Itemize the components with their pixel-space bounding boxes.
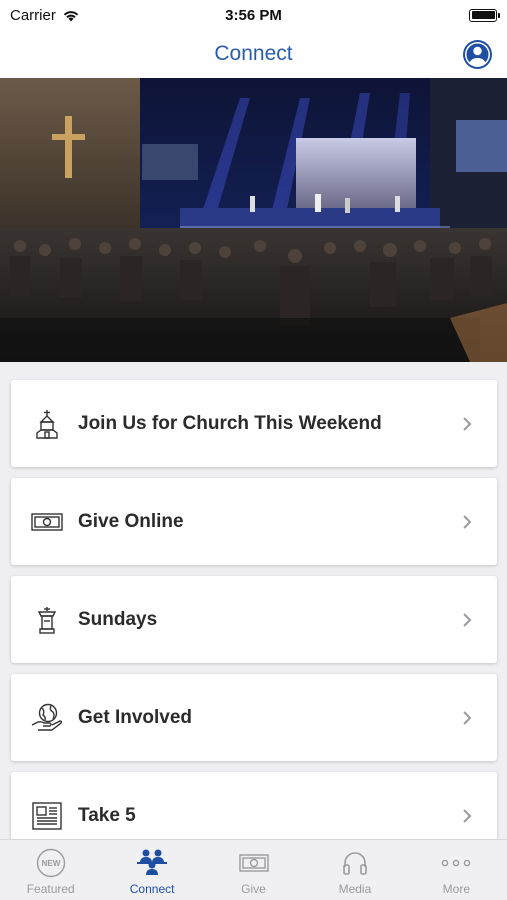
tab-featured[interactable]: NEW Featured <box>0 840 101 900</box>
tab-label: Give <box>241 882 266 896</box>
list-item-label: Give Online <box>78 510 184 532</box>
nav-bar: Connect <box>0 30 507 78</box>
wifi-icon <box>63 10 79 21</box>
tab-give[interactable]: Give <box>203 840 304 900</box>
carrier-label: Carrier <box>10 6 56 24</box>
chevron-right-icon <box>463 416 472 431</box>
status-left: Carrier <box>10 7 80 24</box>
tab-more[interactable]: More <box>406 840 507 900</box>
chevron-right-icon <box>463 612 472 627</box>
chevron-right-icon <box>463 514 472 529</box>
list-item-label: Join Us for Church This Weekend <box>78 412 382 434</box>
money-icon <box>237 848 271 878</box>
list-item-label: Take 5 <box>78 804 136 826</box>
new-badge-icon: NEW <box>34 848 68 878</box>
battery-icon <box>469 8 500 22</box>
tab-connect[interactable]: Connect <box>101 840 202 900</box>
tab-media[interactable]: Media <box>304 840 405 900</box>
tab-label: More <box>442 882 470 896</box>
tab-bar: NEW Featured Connect Give Media More <box>0 839 507 900</box>
svg-text:NEW: NEW <box>41 859 60 868</box>
list-item-label: Get Involved <box>78 706 193 728</box>
list-item-label: Sundays <box>78 608 158 630</box>
church-worship-photo <box>0 78 507 362</box>
chevron-right-icon <box>463 808 472 823</box>
profile-button[interactable] <box>463 40 492 69</box>
list-item-get-involved[interactable]: Get Involved <box>11 674 497 761</box>
money-icon <box>30 507 64 537</box>
church-icon <box>30 409 64 439</box>
list-item-give-online[interactable]: Give Online <box>11 478 497 565</box>
page-title: Connect <box>214 42 293 65</box>
person-icon <box>465 42 490 67</box>
chevron-right-icon <box>463 710 472 725</box>
tab-label: Featured <box>26 882 75 896</box>
ellipsis-icon <box>439 848 473 878</box>
list-item-sundays[interactable]: Sundays <box>11 576 497 663</box>
headphones-icon <box>338 848 372 878</box>
list-item-join-church[interactable]: Join Us for Church This Weekend <box>11 380 497 467</box>
newspaper-icon <box>30 801 64 831</box>
globe-hand-icon <box>30 703 64 733</box>
people-icon <box>135 848 169 878</box>
hero-image <box>0 78 507 362</box>
connect-list: Join Us for Church This Weekend Give Onl… <box>11 380 497 870</box>
status-bar: Carrier 3:56 PM <box>0 0 507 30</box>
tab-label: Connect <box>129 882 175 896</box>
tab-label: Media <box>338 882 372 896</box>
pulpit-icon <box>30 605 64 635</box>
